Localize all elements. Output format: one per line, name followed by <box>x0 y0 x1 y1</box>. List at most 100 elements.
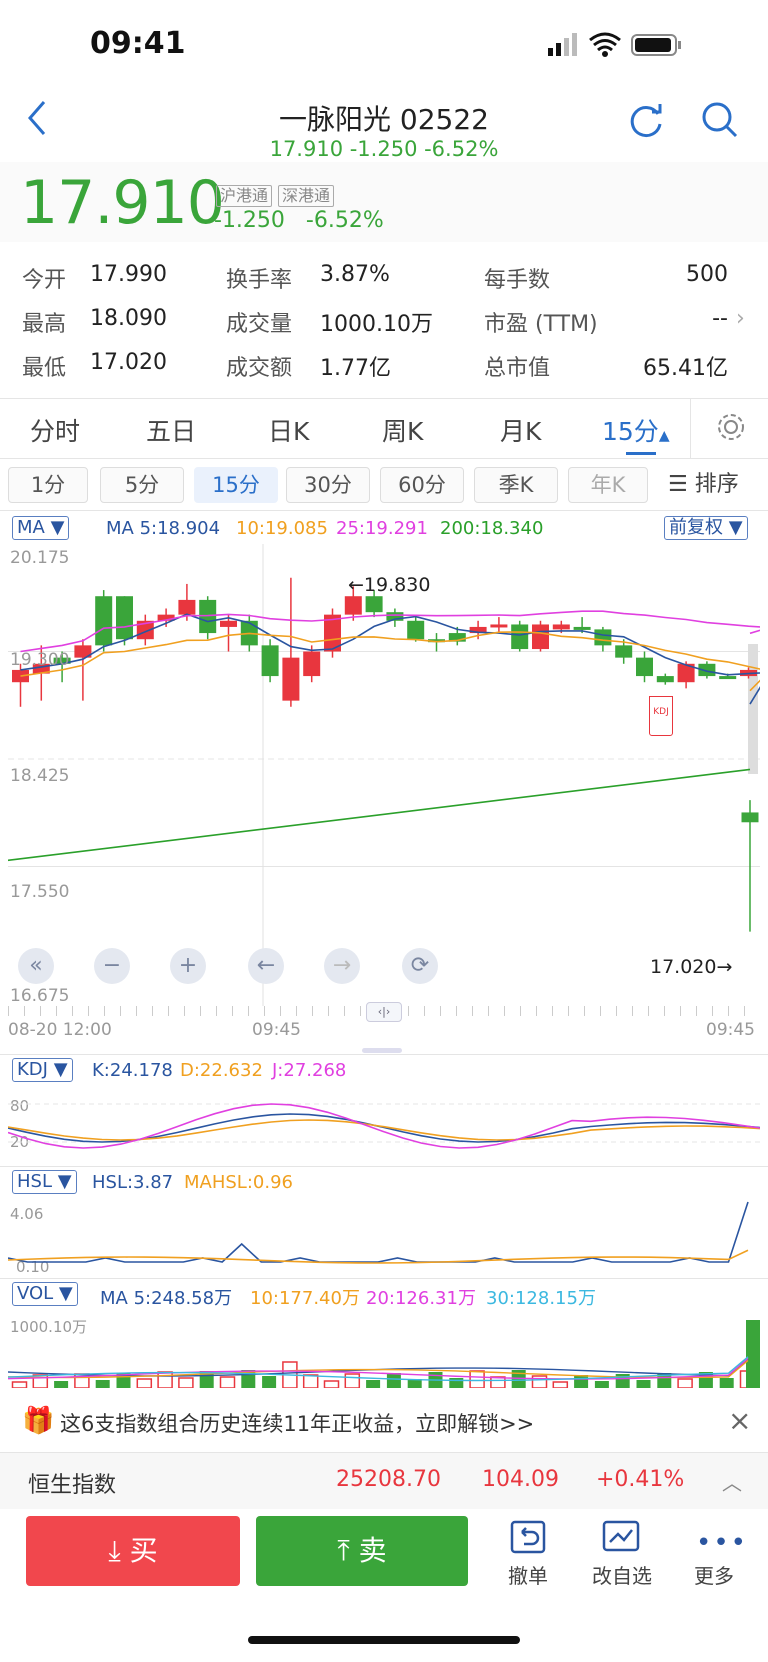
drag-handle-icon[interactable]: ‹|› <box>366 1002 402 1022</box>
tab-15min[interactable]: 15分▲ <box>602 412 670 448</box>
home-indicator <box>248 1636 520 1644</box>
candle-body <box>178 599 196 615</box>
stat-label: 今开 <box>22 268 67 293</box>
candlestick-chart[interactable] <box>8 544 760 1006</box>
volume-bar <box>386 1373 401 1388</box>
volume-bar <box>490 1376 506 1388</box>
chip-60min[interactable]: 60分 <box>380 467 464 503</box>
arrow-left-icon[interactable]: ← <box>248 948 284 984</box>
edit-watchlist-icon[interactable] <box>602 1520 642 1558</box>
candle-body <box>636 657 653 677</box>
tab-weekly-k[interactable]: 周K <box>382 412 423 448</box>
tab-daily-k[interactable]: 日K <box>268 412 309 448</box>
scroll-thumb <box>748 644 758 774</box>
chip-30min[interactable]: 30分 <box>286 467 370 503</box>
resize-handle[interactable] <box>362 1048 402 1053</box>
time-axis-label: 08-20 12:00 <box>8 1020 112 1040</box>
scroll-left-fast-icon[interactable]: « <box>18 948 54 984</box>
volume-bar <box>366 1380 381 1388</box>
refresh-icon[interactable] <box>626 100 666 144</box>
volume-bar <box>449 1378 464 1388</box>
kdj-chart <box>8 1103 760 1149</box>
stat-value: 65.41亿 <box>643 356 728 381</box>
chip-5min[interactable]: 5分 <box>100 467 184 503</box>
more-dots-icon[interactable]: ••• <box>696 1528 748 1558</box>
index-ticker-bar[interactable]: 恒生指数 25208.70 104.09 +0.41% ︿ <box>0 1453 768 1509</box>
hsl-selector[interactable]: HSL ▼ <box>12 1170 77 1194</box>
chip-15min[interactable]: 15分 <box>194 467 278 503</box>
sell-button[interactable]: ⤒ 卖 <box>256 1516 468 1586</box>
tab-intraday[interactable]: 分时 <box>30 412 80 448</box>
menu-icon: ☰ <box>668 472 688 497</box>
vol-ma20-value: 20:126.31万 <box>366 1288 476 1309</box>
chevron-up-icon[interactable]: ︿ <box>722 1467 742 1496</box>
volume-bar <box>323 1380 340 1388</box>
stat-value: 17.990 <box>90 262 167 287</box>
kdj-k-line <box>8 1113 760 1143</box>
stat-value: 1.77亿 <box>320 356 391 381</box>
volume-bar <box>746 1320 760 1388</box>
ma-selector[interactable]: MA ▼ <box>12 516 70 540</box>
sort-label: 排序 <box>694 472 739 497</box>
divider <box>0 458 768 459</box>
promo-banner[interactable]: 🎁 这6支指数组合历史连续11年正收益，立即解锁>> × <box>0 1390 768 1452</box>
hsl-value: HSL:3.87 <box>92 1172 174 1193</box>
buy-button[interactable]: ⤓ 买 <box>26 1516 240 1586</box>
edit-watchlist-label[interactable]: 改自选 <box>582 1560 662 1589</box>
kdj-j-value: J:27.268 <box>272 1060 347 1081</box>
volume-bar <box>178 1377 194 1388</box>
stat-label: 换手率 <box>226 268 293 293</box>
kdj-selector[interactable]: KDJ ▼ <box>12 1058 73 1082</box>
volume-bar <box>54 1381 69 1388</box>
price-axis-label: 16.675 <box>10 986 70 1006</box>
arrow-right-icon[interactable]: → <box>324 948 360 984</box>
kdj-signal-marker[interactable]: KDJ <box>649 696 673 736</box>
more-label[interactable]: 更多 <box>674 1560 754 1589</box>
tab-five-day[interactable]: 五日 <box>146 412 196 448</box>
sort-button[interactable]: ☰ 排序 <box>650 467 768 503</box>
adjust-selector[interactable]: 前复权 ▼ <box>664 516 748 540</box>
candle-body <box>552 624 570 630</box>
tab-15min-label: 15分 <box>602 417 659 446</box>
stat-value: 3.87% <box>320 262 390 287</box>
vol-selector[interactable]: VOL ▼ <box>12 1282 78 1306</box>
stat-value: 1000.10万 <box>320 312 433 337</box>
high-annotation: ←19.830 <box>348 574 431 596</box>
search-icon[interactable] <box>700 100 740 144</box>
vol-ma5-value: MA 5:248.58万 <box>100 1288 233 1309</box>
zoom-in-icon[interactable]: + <box>170 948 206 984</box>
change-value: -1.250 <box>214 208 285 233</box>
price-axis-label: 18.425 <box>10 766 70 786</box>
chevron-right-icon[interactable]: › <box>736 306 745 331</box>
close-icon[interactable]: × <box>728 1404 751 1437</box>
candle-body <box>741 812 759 823</box>
divider <box>0 1166 768 1167</box>
index-name: 恒生指数 <box>28 1473 117 1498</box>
ma10-value: 10:19.085 <box>236 518 328 539</box>
candle-body <box>220 620 237 627</box>
chip-quarterly-k[interactable]: 季K <box>474 467 558 503</box>
candle-body <box>95 596 113 646</box>
stat-label: 成交额 <box>226 356 293 381</box>
ma5-value: MA 5:18.904 <box>106 518 221 539</box>
kdj-marker-text: KDJ <box>653 707 669 717</box>
divider <box>0 510 768 511</box>
settings-gear-icon[interactable] <box>716 412 746 446</box>
price-change: -1.250 -6.52% <box>214 208 384 233</box>
chip-1min[interactable]: 1分 <box>8 467 88 503</box>
status-icons <box>548 32 681 57</box>
stat-value: -- <box>712 306 728 331</box>
cancel-order-icon[interactable] <box>510 1520 546 1558</box>
rotate-screen-icon[interactable]: ⟳ <box>402 948 438 984</box>
tab-monthly-k[interactable]: 月K <box>500 412 541 448</box>
chip-yearly-k[interactable]: 年K <box>568 467 648 503</box>
candle-body <box>615 645 633 658</box>
status-time: 09:41 <box>90 26 186 61</box>
tag-shenzhen-connect: 深港通 <box>278 185 335 207</box>
stat-label: 总市值 <box>484 356 551 381</box>
cancel-order-label[interactable]: 撤单 <box>488 1560 568 1589</box>
ma25-value: 25:19.291 <box>336 518 428 539</box>
volume-bar <box>11 1381 28 1388</box>
time-axis-label: 09:45 <box>252 1020 301 1040</box>
zoom-out-icon[interactable]: − <box>94 948 130 984</box>
